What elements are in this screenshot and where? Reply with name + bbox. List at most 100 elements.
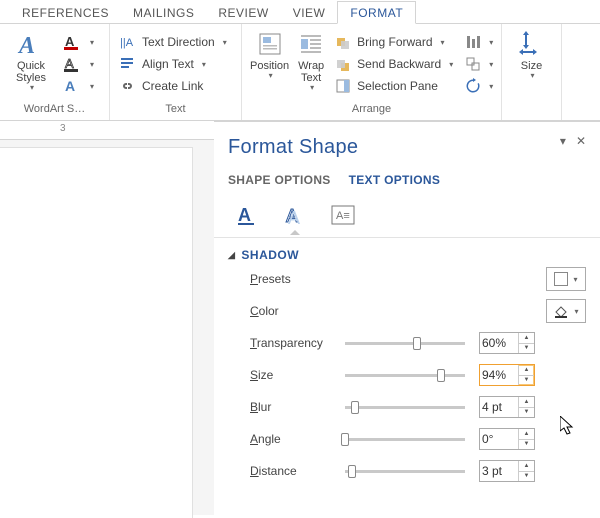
document-page[interactable] xyxy=(0,148,192,518)
align-text-icon xyxy=(120,56,136,72)
angle-label: Angle xyxy=(250,432,345,446)
quick-styles-button[interactable]: A Quick Styles ▾ xyxy=(6,28,56,95)
presets-button[interactable]: ▾ xyxy=(546,267,586,291)
group-button[interactable]: ▾ xyxy=(461,54,497,74)
tab-mailings[interactable]: MAILINGS xyxy=(121,2,206,23)
presets-label: Presets xyxy=(250,272,345,286)
text-effects-icon: A xyxy=(64,78,82,94)
position-button[interactable]: Position▾ xyxy=(248,28,291,83)
group-label-arrange: Arrange xyxy=(248,103,495,118)
send-backward-button[interactable]: Send Backward▾ xyxy=(331,54,457,74)
transparency-label: Transparency xyxy=(250,336,345,350)
group-label-wordart: WordArt S… xyxy=(6,103,103,118)
blur-input[interactable] xyxy=(480,397,518,417)
spinner-down-icon[interactable]: ▼ xyxy=(519,440,534,450)
spinner-up-icon[interactable]: ▲ xyxy=(519,461,534,472)
spinner-up-icon[interactable]: ▲ xyxy=(519,365,534,376)
panel-menu-icon[interactable]: ▾ xyxy=(560,134,566,148)
panel-subtabs: SHAPE OPTIONS TEXT OPTIONS xyxy=(228,173,586,191)
angle-slider[interactable] xyxy=(345,438,465,441)
distance-spinner[interactable]: ▲▼ xyxy=(479,460,535,482)
panel-title: Format Shape xyxy=(228,136,358,159)
size-label: Size xyxy=(250,368,345,382)
link-icon xyxy=(120,78,136,94)
wrap-text-icon xyxy=(297,30,325,58)
group-label-size xyxy=(508,103,555,118)
svg-text:A≡: A≡ xyxy=(336,210,350,222)
color-button[interactable]: ▾ xyxy=(546,299,586,323)
rotate-icon xyxy=(465,78,481,94)
spinner-down-icon[interactable]: ▼ xyxy=(519,408,534,418)
text-direction-button[interactable]: ||A Text Direction▾ xyxy=(116,32,231,52)
format-shape-panel: Format Shape ▾ ✕ SHAPE OPTIONS TEXT OPTI… xyxy=(214,121,600,515)
group-wordart-styles: A Quick Styles ▾ A▾ A▾ A▾ WordArt S… xyxy=(0,24,110,120)
spinner-up-icon[interactable]: ▲ xyxy=(519,397,534,408)
group-icon xyxy=(465,56,481,72)
svg-text:A: A xyxy=(65,34,75,49)
svg-text:A: A xyxy=(17,33,35,57)
bring-forward-icon xyxy=(335,34,351,50)
spinner-up-icon[interactable]: ▲ xyxy=(519,429,534,440)
svg-text:||A: ||A xyxy=(120,37,134,49)
text-fill-button[interactable]: A▾ xyxy=(60,32,98,52)
spinner-down-icon[interactable]: ▼ xyxy=(519,344,534,354)
transparency-slider[interactable] xyxy=(345,342,465,345)
svg-text:A: A xyxy=(65,78,75,94)
size-spinner[interactable]: ▲▼ xyxy=(479,364,535,386)
align-button[interactable]: ▾ xyxy=(461,32,497,52)
text-outline-icon: A xyxy=(64,56,82,72)
distance-label: Distance xyxy=(250,464,345,478)
spinner-up-icon[interactable]: ▲ xyxy=(519,333,534,344)
ruler-tick: 3 xyxy=(60,123,66,134)
subtab-text-options[interactable]: TEXT OPTIONS xyxy=(349,173,441,191)
document-area: 3 xyxy=(0,122,214,515)
quick-styles-icon: A xyxy=(17,30,45,58)
create-link-button[interactable]: Create Link xyxy=(116,76,231,96)
rotate-button[interactable]: ▾ xyxy=(461,76,497,96)
text-options-icon-row: A AA A≡ xyxy=(232,201,586,229)
spinner-down-icon[interactable]: ▼ xyxy=(519,376,534,386)
group-text: ||A Text Direction▾ Align Text▾ Create L… xyxy=(110,24,242,120)
transparency-input[interactable] xyxy=(480,333,518,353)
bring-forward-button[interactable]: Bring Forward▾ xyxy=(331,32,457,52)
distance-slider[interactable] xyxy=(345,470,465,473)
blur-spinner[interactable]: ▲▼ xyxy=(479,396,535,418)
shadow-section-header[interactable]: ◢ SHADOW xyxy=(228,248,586,262)
text-effects-tab[interactable]: AA xyxy=(280,201,310,229)
dropdown-icon: ▾ xyxy=(30,84,34,93)
tab-review[interactable]: REVIEW xyxy=(206,2,280,23)
tab-format[interactable]: FORMAT xyxy=(337,1,416,24)
angle-input[interactable] xyxy=(480,429,518,449)
blur-label: Blur xyxy=(250,400,345,414)
quick-styles-label: Quick Styles xyxy=(8,60,54,84)
align-text-button[interactable]: Align Text▾ xyxy=(116,54,231,74)
selection-pane-button[interactable]: Selection Pane xyxy=(331,76,457,96)
close-icon[interactable]: ✕ xyxy=(576,134,586,148)
group-arrange: Position▾ Wrap Text▾ Bring Forward▾ Send… xyxy=(242,24,502,120)
ribbon-tab-bar: REFERENCES MAILINGS REVIEW VIEW FORMAT xyxy=(0,0,600,24)
transparency-spinner[interactable]: ▲▼ xyxy=(479,332,535,354)
text-outline-button[interactable]: A▾ xyxy=(60,54,98,74)
size-input[interactable] xyxy=(480,365,518,385)
size-button[interactable]: Size▾ xyxy=(508,28,555,83)
size-slider[interactable] xyxy=(345,374,465,377)
wrap-text-button[interactable]: Wrap Text▾ xyxy=(295,28,327,95)
section-label: SHADOW xyxy=(241,248,299,262)
tab-references[interactable]: REFERENCES xyxy=(10,2,121,23)
subtab-shape-options[interactable]: SHAPE OPTIONS xyxy=(228,173,331,191)
text-effects-button[interactable]: A▾ xyxy=(60,76,98,96)
text-fill-outline-tab[interactable]: A xyxy=(232,201,262,229)
color-label: Color xyxy=(250,304,345,318)
text-fill-icon: A xyxy=(64,34,82,50)
horizontal-ruler[interactable]: 3 xyxy=(0,122,214,140)
spinner-down-icon[interactable]: ▼ xyxy=(519,472,534,482)
send-backward-icon xyxy=(335,56,351,72)
group-size: Size▾ xyxy=(502,24,562,120)
text-direction-icon: ||A xyxy=(120,34,136,50)
blur-slider[interactable] xyxy=(345,406,465,409)
tab-view[interactable]: VIEW xyxy=(281,2,338,23)
textbox-tab[interactable]: A≡ xyxy=(328,201,358,229)
angle-spinner[interactable]: ▲▼ xyxy=(479,428,535,450)
distance-input[interactable] xyxy=(480,461,518,481)
paint-bucket-icon xyxy=(553,303,569,319)
